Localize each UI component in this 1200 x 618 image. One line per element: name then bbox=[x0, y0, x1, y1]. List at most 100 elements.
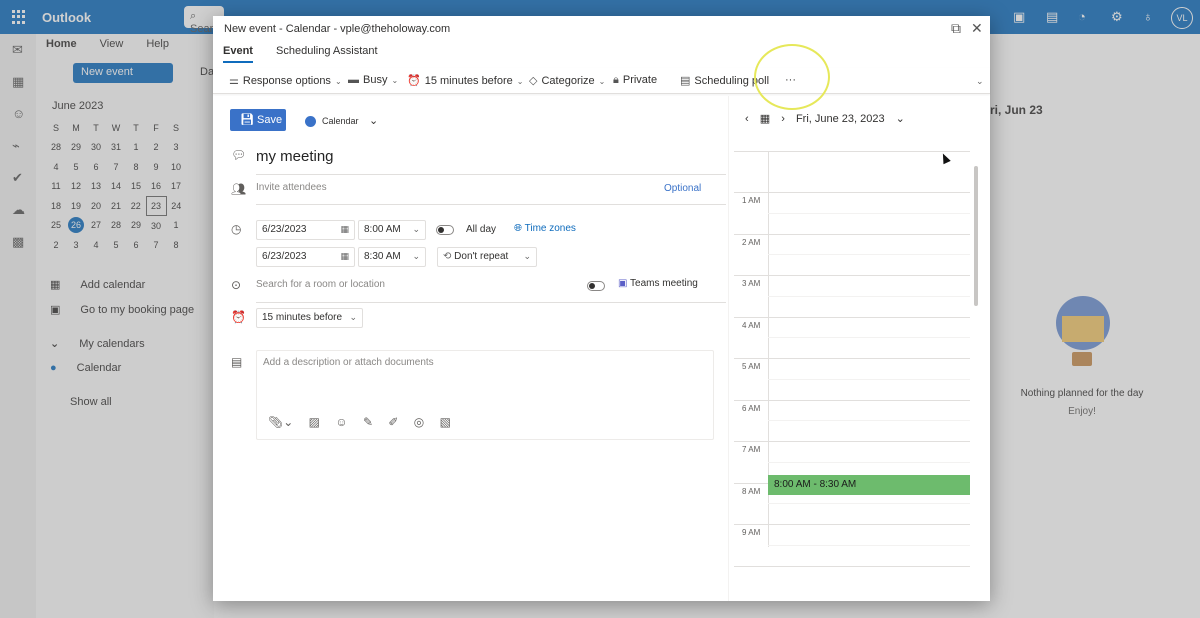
clock-icon: ◷ bbox=[231, 222, 242, 236]
teams-text: Teams meeting bbox=[630, 278, 698, 289]
chevron-down-icon: ⌄ bbox=[412, 224, 420, 234]
prev-day-icon[interactable]: ‹ bbox=[745, 113, 749, 125]
save-button[interactable]: 💾︎ Save bbox=[230, 109, 286, 131]
hour-line bbox=[734, 316, 970, 318]
attendees-underline bbox=[256, 204, 726, 205]
hour-line bbox=[734, 565, 970, 567]
start-date-value: 6/23/2023 bbox=[262, 224, 307, 235]
all-day-toggle[interactable] bbox=[436, 225, 454, 235]
end-row: 6/23/2023 ▦ 8:30 AM ⌄ ⟲ Don't repeat ⌄ bbox=[231, 247, 711, 271]
optional-link[interactable]: Optional bbox=[664, 183, 701, 194]
hour-label: 3 AM bbox=[742, 279, 761, 288]
calendar-picker[interactable]: Calendar ⌄ bbox=[305, 114, 379, 128]
end-time-field[interactable]: 8:30 AM ⌄ bbox=[358, 247, 426, 267]
people-icon: 👥︎ bbox=[231, 182, 247, 196]
teams-toggle[interactable] bbox=[587, 281, 605, 291]
half-hour-line bbox=[768, 544, 970, 546]
hour-label: 1 AM bbox=[742, 196, 761, 205]
chevron-down-icon: ⌄ bbox=[523, 251, 531, 261]
busy-button[interactable]: ▬ Busy ⌄ bbox=[348, 74, 398, 86]
hour-label: 7 AM bbox=[742, 445, 761, 454]
new-event-dialog: New event - Calendar - vple@theholoway.c… bbox=[213, 16, 990, 601]
emoji-icon[interactable]: ☺ bbox=[335, 415, 347, 429]
start-row: ◷ 6/23/2023 ▦ 8:00 AM ⌄ All day 🌐︎ Time zo… bbox=[231, 220, 711, 244]
hour-label: 6 AM bbox=[742, 403, 761, 413]
chevron-down-icon: ⌄ bbox=[412, 251, 420, 261]
response-options-button[interactable]: ⚌ Response options ⌄ bbox=[229, 74, 342, 87]
teams-icon: ▣ bbox=[618, 278, 631, 289]
chevron-down-icon: ⌄ bbox=[369, 115, 379, 127]
alarm-icon: ⏰ bbox=[231, 310, 246, 324]
categorize-label: Categorize bbox=[541, 75, 595, 87]
busy-icon: ▬ bbox=[348, 74, 359, 86]
hour-line bbox=[734, 358, 970, 359]
all-day-label: All day bbox=[466, 224, 497, 235]
hour-label: 9 AM bbox=[742, 528, 761, 537]
lock-icon: 🔒︎ bbox=[613, 74, 619, 86]
categorize-button[interactable]: ◇ Categorize ⌄ bbox=[529, 74, 605, 87]
half-hour-line bbox=[768, 295, 970, 297]
time-zones-link[interactable]: 🌐︎ Time zones bbox=[514, 223, 576, 234]
half-hour-line bbox=[768, 503, 970, 505]
location-underline bbox=[256, 302, 726, 303]
alarm-icon: ⏰ bbox=[407, 75, 421, 87]
apps-icon[interactable]: ▧ bbox=[440, 415, 451, 429]
day-date[interactable]: Fri, June 23, 2023 bbox=[796, 113, 885, 125]
dialog-title: New event - Calendar - vple@theholoway.c… bbox=[224, 23, 451, 35]
attach-icon[interactable]: 📎︎⌄ bbox=[268, 415, 293, 429]
location-input[interactable]: Search for a room or location bbox=[256, 279, 385, 290]
notes-icon: ▤ bbox=[231, 355, 243, 369]
hour-line bbox=[734, 275, 970, 276]
teams-label: ▣ Teams meeting bbox=[618, 278, 698, 289]
day-grid[interactable]: 1 AM 2 AM 3 AM 4 AM 5 AM 6 AM 7 AM 8 AM 9 AM 8:00… bbox=[734, 151, 970, 567]
hour-line bbox=[734, 233, 970, 235]
response-options-label: Response options bbox=[242, 75, 331, 87]
toggle-knob bbox=[589, 283, 595, 289]
start-time-value: 8:00 AM bbox=[364, 224, 401, 235]
repeat-value: Don't repeat bbox=[454, 251, 509, 262]
ribbon-expand-icon[interactable]: ⌄ bbox=[976, 76, 984, 87]
popout-icon[interactable]: ⧉ bbox=[951, 20, 961, 37]
tab-event[interactable]: Event bbox=[223, 45, 253, 63]
hour-line bbox=[734, 399, 970, 401]
reminder-dropdown[interactable]: 15 minutes before ⌄ bbox=[256, 308, 363, 328]
event-form: 💾︎ Save Calendar ⌄ 💬︎ my meeting 👥︎ Invi… bbox=[213, 96, 728, 440]
reminder-value: 15 minutes before bbox=[262, 312, 343, 323]
private-button[interactable]: 🔒︎ Private bbox=[613, 74, 657, 87]
start-time-field[interactable]: 8:00 AM ⌄ bbox=[358, 220, 426, 240]
repeat-icon: ⟲ bbox=[443, 251, 455, 262]
time-zones-label: Time zones bbox=[524, 223, 576, 234]
close-icon[interactable]: ✕ bbox=[971, 20, 983, 37]
loop-icon[interactable]: ◎ bbox=[414, 415, 424, 429]
reminder-button[interactable]: ⏰ 15 minutes before ⌄ bbox=[407, 74, 523, 87]
repeat-dropdown[interactable]: ⟲ Don't repeat ⌄ bbox=[437, 247, 537, 267]
draw-icon[interactable]: ✐ bbox=[388, 415, 398, 429]
day-scrollbar[interactable] bbox=[974, 166, 978, 306]
end-date-value: 6/23/2023 bbox=[262, 251, 307, 262]
today-icon[interactable]: ▦ bbox=[760, 113, 770, 125]
end-date-field[interactable]: 6/23/2023 ▦ bbox=[256, 247, 355, 267]
format-icon[interactable]: ✎ bbox=[363, 415, 373, 429]
image-icon[interactable]: ▨ bbox=[309, 415, 320, 429]
dialog-tabs: Event Scheduling Assistant bbox=[223, 45, 398, 63]
start-date-field[interactable]: 6/23/2023 ▦ bbox=[256, 220, 355, 240]
half-hour-line bbox=[768, 212, 970, 214]
location-row: ⊙ Search for a room or location ▣ Teams … bbox=[231, 278, 726, 303]
chevron-down-icon[interactable]: ⌄ bbox=[896, 113, 905, 125]
attendees-input[interactable]: Invite attendees bbox=[256, 182, 327, 193]
event-block[interactable]: 8:00 AM - 8:30 AM bbox=[768, 474, 970, 495]
reminder-label: 15 minutes before bbox=[424, 75, 513, 87]
next-day-icon[interactable]: › bbox=[781, 113, 785, 125]
globe-icon: 🌐︎ bbox=[514, 223, 525, 234]
hour-line bbox=[734, 441, 970, 442]
hour-line bbox=[734, 524, 970, 525]
hour-label: 2 AM bbox=[742, 237, 761, 247]
day-nav: ‹ ▦ › Fri, June 23, 2023 ⌄ bbox=[745, 112, 913, 125]
title-row: 💬︎ my meeting bbox=[231, 148, 726, 175]
chevron-down-icon: ⌄ bbox=[334, 77, 342, 86]
private-label: Private bbox=[622, 74, 658, 86]
calendar-color-dot bbox=[305, 116, 316, 128]
title-input[interactable]: my meeting bbox=[256, 148, 334, 165]
toggle-knob bbox=[438, 227, 444, 233]
tab-scheduling-assistant[interactable]: Scheduling Assistant bbox=[276, 45, 378, 61]
